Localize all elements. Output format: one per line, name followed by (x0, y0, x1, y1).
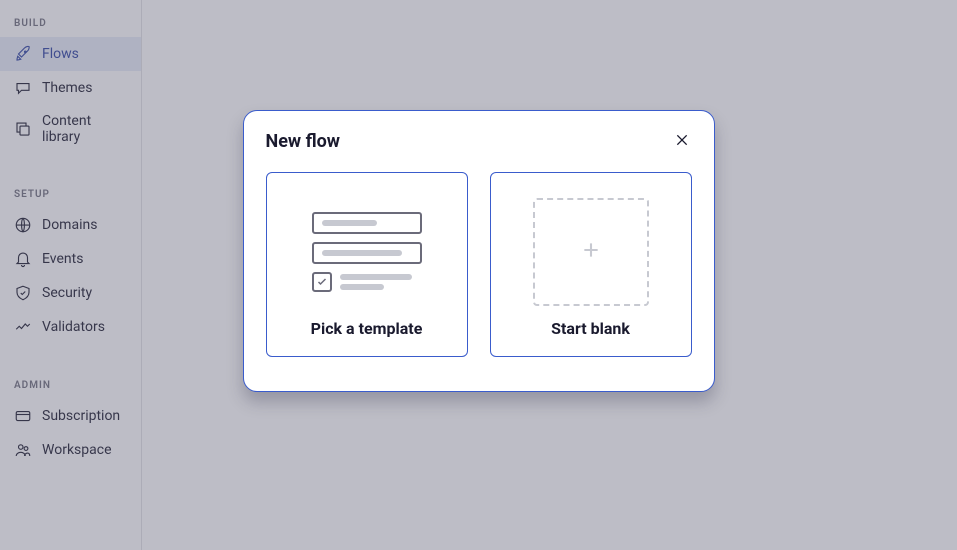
option-label: Start blank (551, 319, 630, 338)
close-button[interactable] (672, 132, 692, 152)
option-pick-template[interactable]: Pick a template (266, 172, 468, 357)
template-illustration (307, 197, 427, 307)
modal-overlay[interactable]: New flow (0, 0, 957, 550)
blank-illustration (531, 197, 651, 307)
close-icon (674, 132, 690, 152)
option-label: Pick a template (311, 319, 423, 338)
modal-header: New flow (266, 131, 692, 152)
option-start-blank[interactable]: Start blank (490, 172, 692, 357)
modal-options: Pick a template Start blank (266, 172, 692, 357)
new-flow-modal: New flow (243, 110, 715, 392)
plus-icon (581, 240, 601, 264)
modal-title: New flow (266, 131, 341, 152)
